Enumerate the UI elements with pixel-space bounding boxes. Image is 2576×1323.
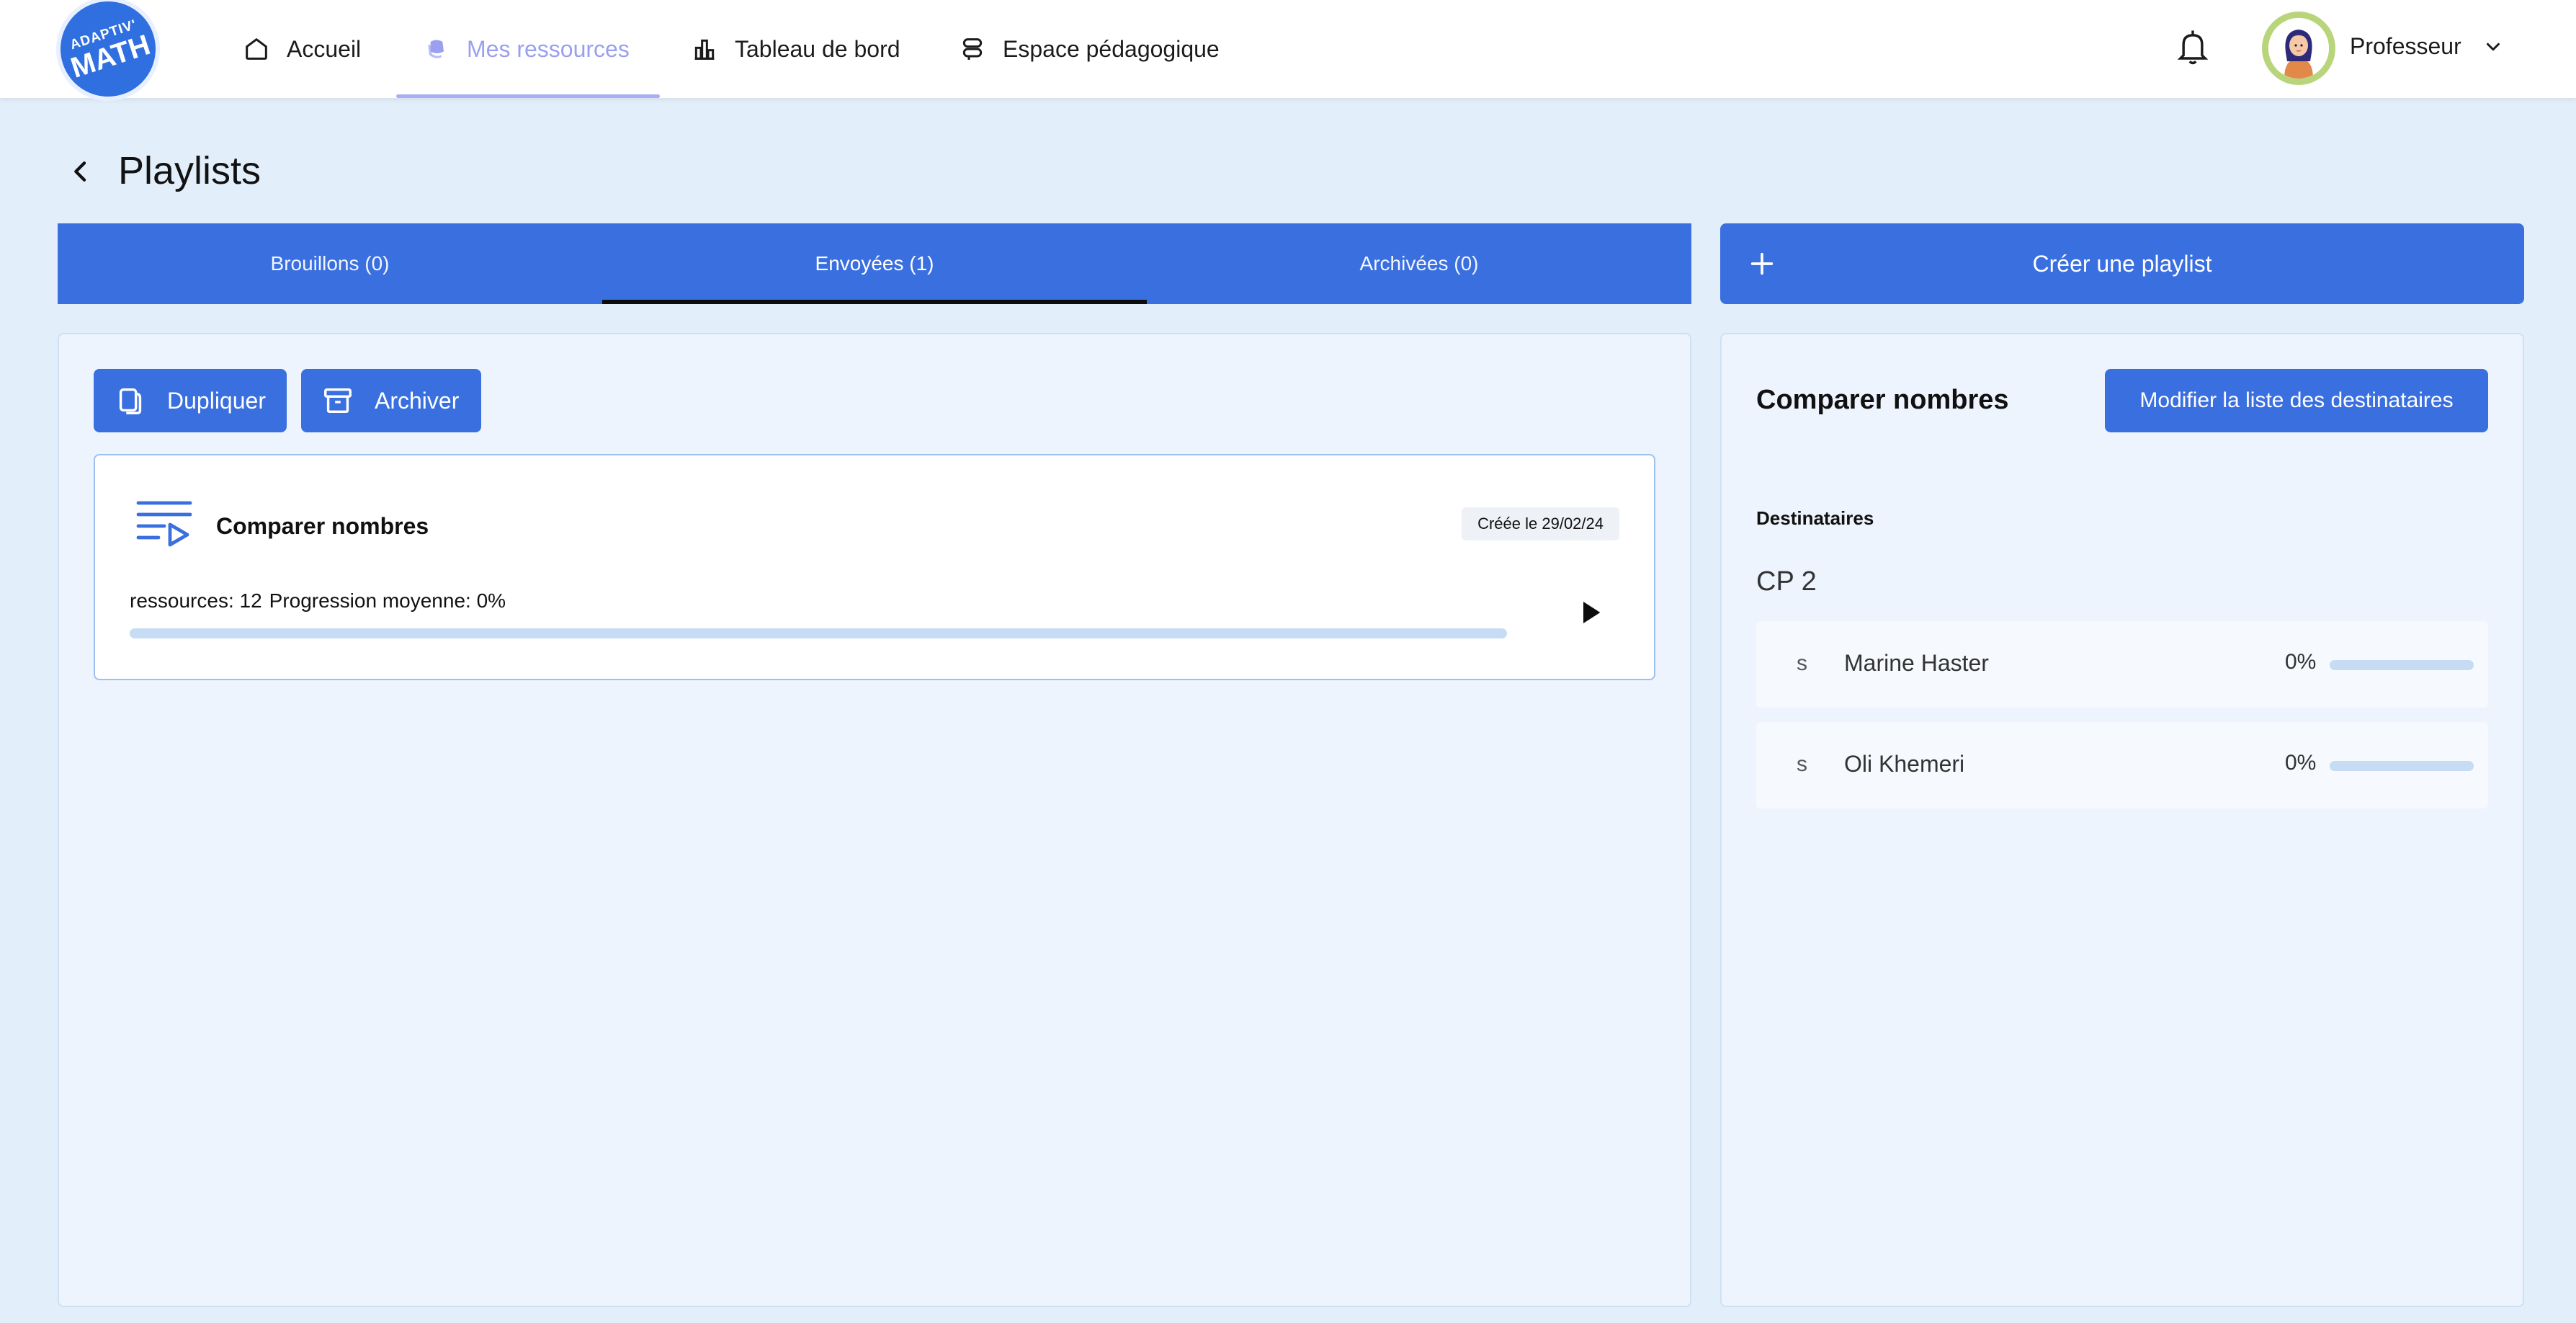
app-logo[interactable]: ADAPTIV' MATH <box>43 0 174 115</box>
nav-item-mes-ressources[interactable]: Mes ressources <box>422 0 630 98</box>
plus-icon <box>1750 252 1774 275</box>
student-percent: 0% <box>2285 751 2317 775</box>
active-nav-indicator <box>396 94 660 98</box>
nav-label-accueil: Accueil <box>287 35 362 62</box>
student-progress-bar <box>2330 660 2474 670</box>
playlist-progress-bar <box>130 628 1507 638</box>
nav-item-tableau-de-bord[interactable]: Tableau de bord <box>690 0 900 98</box>
recipients-label: Destinataires <box>1756 507 1874 529</box>
pedagogy-icon <box>962 38 983 60</box>
profile-name[interactable]: Professeur <box>2350 33 2461 60</box>
dashboard-icon <box>694 39 715 60</box>
create-playlist-button[interactable]: Créer une playlist <box>1720 223 2524 304</box>
tab-archivees[interactable]: Archivées (0) <box>1147 223 1691 304</box>
student-progress-bar <box>2330 761 2474 771</box>
top-navigation-bar: ADAPTIV' MATH Accueil Mes ressources Tab… <box>0 0 2576 115</box>
student-row[interactable]: s Marine Haster 0% <box>1756 621 2488 708</box>
bell-icon[interactable] <box>2174 26 2211 69</box>
archive-button[interactable]: Archiver <box>301 369 481 432</box>
student-initial: s <box>1797 752 1807 776</box>
playlist-tabs: Brouillons (0) Envoyées (1) Archivées (0… <box>58 223 1691 304</box>
playlist-card[interactable]: Comparer nombres Créée le 29/02/24 resso… <box>94 454 1655 680</box>
nav-label-mes-ressources: Mes ressources <box>467 35 630 62</box>
playlist-icon <box>136 501 192 547</box>
avatar-image <box>2268 18 2329 79</box>
student-row[interactable]: s Oli Khemeri 0% <box>1756 722 2488 808</box>
student-initial: s <box>1797 651 1807 675</box>
nav-item-accueil[interactable]: Accueil <box>242 0 361 98</box>
playlist-title: Comparer nombres <box>216 513 429 539</box>
play-icon[interactable] <box>1576 598 1605 627</box>
back-arrow-icon[interactable] <box>66 157 95 186</box>
copy-icon <box>119 388 142 414</box>
student-name: Marine Haster <box>1844 650 1989 676</box>
tab-brouillons[interactable]: Brouillons (0) <box>58 223 602 304</box>
nav-item-espace-pedagogique[interactable]: Espace pédagogique <box>958 0 1220 98</box>
duplicate-button[interactable]: Dupliquer <box>94 369 287 432</box>
class-name: CP 2 <box>1756 566 1817 597</box>
avatar[interactable] <box>2262 12 2335 85</box>
archive-label: Archiver <box>375 387 460 414</box>
average-progress: Progression moyenne: 0% <box>269 589 506 612</box>
page-title: Playlists <box>118 149 261 192</box>
create-playlist-label: Créer une playlist <box>2032 250 2212 277</box>
modify-recipients-button[interactable]: Modifier la liste des destinataires <box>2105 369 2488 432</box>
home-icon <box>246 38 267 60</box>
nav-label-tableau-de-bord: Tableau de bord <box>735 35 900 62</box>
tab-envoyees[interactable]: Envoyées (1) <box>602 223 1147 304</box>
playlist-details-panel <box>1720 333 2524 1307</box>
chevron-down-icon[interactable] <box>2482 36 2504 58</box>
nav-label-espace-pedagogique: Espace pédagogique <box>1003 35 1220 62</box>
creation-date-badge: Créée le 29/02/24 <box>1462 507 1619 540</box>
resources-count: ressources: 12 <box>130 589 262 612</box>
student-name: Oli Khemeri <box>1844 751 1965 777</box>
duplicate-label: Dupliquer <box>167 387 266 414</box>
resources-icon <box>428 40 444 58</box>
archive-icon <box>324 388 352 414</box>
playlist-stats: ressources: 12 Progression moyenne: 0% <box>130 589 513 612</box>
student-percent: 0% <box>2285 650 2317 674</box>
details-title: Comparer nombres <box>1756 385 2009 415</box>
